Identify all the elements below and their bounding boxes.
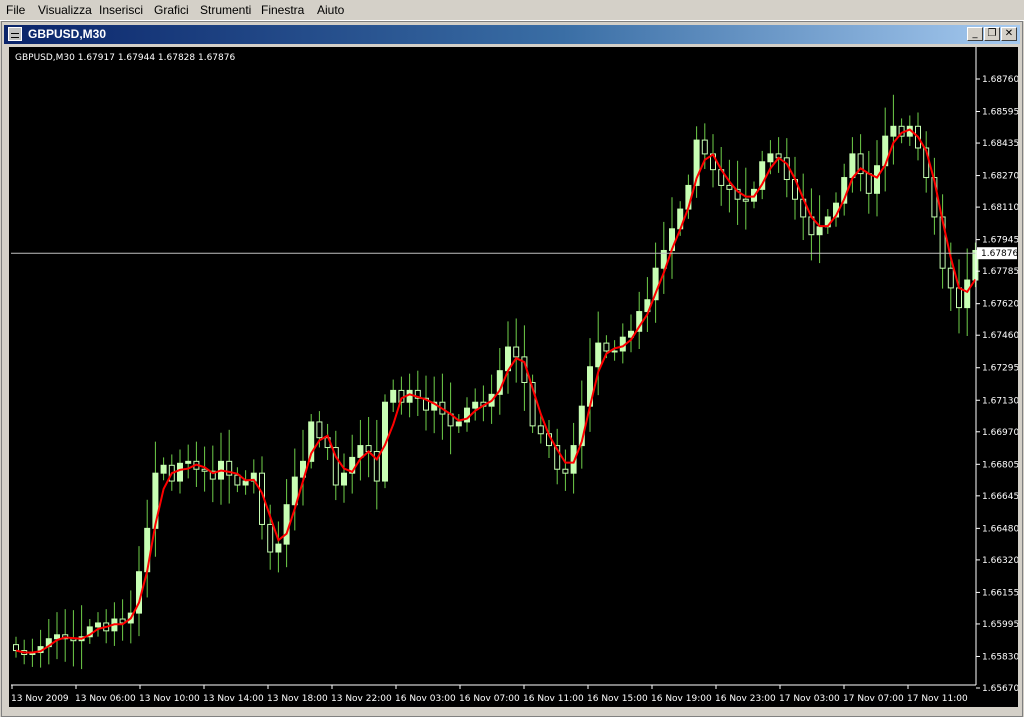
- candle-body: [185, 460, 192, 464]
- price-chart[interactable]: 1.68760 1.68595 1.68435 1.68270 1.68110 1.679…: [9, 47, 1018, 707]
- price-axis: 1.68760 1.68595 1.68435 1.68270 1.68110 1.679…: [976, 75, 1018, 694]
- menu-visualizza[interactable]: Visualizza: [38, 3, 92, 17]
- candle-body: [95, 622, 101, 628]
- price-tick-label: 1.66155: [982, 588, 1018, 598]
- candle-body: [177, 462, 183, 482]
- candle-body: [267, 523, 274, 553]
- window-title: GBPUSD,M30: [28, 27, 107, 41]
- candle-body: [874, 165, 880, 194]
- menu-grafici[interactable]: Grafici: [154, 3, 189, 17]
- current-price-label: 1.67876: [981, 249, 1018, 259]
- candle-body: [562, 468, 569, 474]
- candlestick-chart[interactable]: 1.68760 1.68595 1.68435 1.68270 1.68110 1.679…: [9, 47, 1018, 707]
- time-tick-label: 13 Nov 10:00: [139, 694, 200, 704]
- moving-average-layer: [15, 128, 977, 654]
- time-tick-label: 13 Nov 2009: [11, 694, 69, 704]
- price-tick-label: 1.68595: [982, 108, 1018, 118]
- time-tick-label: 13 Nov 18:00: [267, 694, 328, 704]
- candle-body: [849, 153, 856, 179]
- price-tick-label: 1.68110: [982, 203, 1018, 213]
- candles-layer: [13, 94, 979, 670]
- minimize-button[interactable]: _: [967, 27, 983, 41]
- chart-info-label: GBPUSD,M30 1.67917 1.67944 1.67828 1.678…: [15, 53, 235, 63]
- candle-body: [513, 346, 520, 358]
- candle-body: [406, 389, 413, 403]
- candle-body: [341, 472, 347, 486]
- menu-strumenti[interactable]: Strumenti: [200, 3, 251, 17]
- candle-body: [234, 474, 241, 486]
- menu-aiuto[interactable]: Aiuto: [317, 3, 344, 17]
- candle-body: [603, 342, 610, 352]
- time-tick-label: 13 Nov 14:00: [203, 694, 264, 704]
- candle-body: [701, 139, 708, 155]
- menu-file[interactable]: File: [6, 3, 25, 17]
- candle-body: [357, 445, 364, 458]
- moving-average-line: [15, 128, 977, 654]
- time-tick-label: 13 Nov 06:00: [75, 694, 136, 704]
- candle-body: [595, 342, 602, 368]
- candle-body: [947, 267, 954, 289]
- close-button[interactable]: ✕: [1001, 27, 1017, 41]
- time-tick-label: 16 Nov 23:00: [715, 694, 776, 704]
- price-tick-label: 1.66645: [982, 492, 1018, 502]
- time-tick-label: 17 Nov 07:00: [843, 694, 904, 704]
- candle-body: [160, 464, 167, 474]
- price-tick-label: 1.68760: [982, 75, 1018, 85]
- candle-body: [283, 504, 290, 545]
- candle-body: [726, 184, 733, 190]
- menu-bar: File Visualizza Inserisci Grafici Strume…: [0, 0, 1024, 21]
- menu-finestra[interactable]: Finestra: [261, 3, 304, 17]
- time-tick-label: 16 Nov 19:00: [651, 694, 712, 704]
- price-tick-label: 1.65830: [982, 652, 1018, 662]
- price-tick-label: 1.68270: [982, 172, 1018, 182]
- price-tick-label: 1.67945: [982, 236, 1018, 246]
- candle-body: [611, 350, 618, 353]
- time-tick-label: 16 Nov 11:00: [523, 694, 584, 704]
- time-tick-label: 17 Nov 11:00: [907, 694, 968, 704]
- time-tick-label: 16 Nov 07:00: [459, 694, 520, 704]
- price-tick-label: 1.67460: [982, 331, 1018, 341]
- candle-body: [54, 634, 60, 640]
- time-tick-label: 17 Nov 03:00: [779, 694, 840, 704]
- price-tick-label: 1.65995: [982, 620, 1018, 630]
- price-tick-label: 1.68435: [982, 139, 1018, 149]
- time-axis: 13 Nov 2009 13 Nov 06:00 13 Nov 10:00 13 No…: [11, 685, 968, 704]
- candle-body: [455, 421, 462, 427]
- window-title-bar[interactable]: GBPUSD,M30 _ ❐ ✕: [4, 25, 1020, 44]
- candle-body: [242, 480, 249, 486]
- candle-body: [13, 644, 19, 652]
- candle-body: [767, 153, 774, 163]
- restore-button[interactable]: ❐: [984, 27, 1000, 41]
- candle-body: [956, 287, 962, 309]
- candle-body: [390, 389, 397, 403]
- candle-body: [472, 401, 479, 409]
- candle-body: [275, 543, 282, 553]
- price-tick-label: 1.67620: [982, 300, 1018, 310]
- candle-body: [742, 198, 749, 202]
- candle-body: [964, 279, 971, 309]
- price-tick-label: 1.66805: [982, 460, 1018, 470]
- price-tick-label: 1.67130: [982, 396, 1018, 406]
- time-tick-label: 16 Nov 15:00: [587, 694, 648, 704]
- price-tick-label: 1.66970: [982, 428, 1018, 438]
- price-tick-label: 1.66320: [982, 556, 1018, 566]
- candle-body: [316, 421, 323, 439]
- time-tick-label: 13 Nov 22:00: [331, 694, 392, 704]
- candle-body: [865, 173, 872, 194]
- price-tick-label: 1.66480: [982, 524, 1018, 534]
- candle-body: [890, 125, 897, 137]
- candle-body: [816, 226, 823, 236]
- candle-body: [537, 425, 544, 435]
- price-tick-label: 1.67295: [982, 364, 1018, 374]
- menu-inserisci[interactable]: Inserisci: [99, 3, 143, 17]
- price-tick-label: 1.67785: [982, 267, 1018, 277]
- chart-window-icon[interactable]: [8, 27, 22, 41]
- price-tick-label: 1.65670: [982, 684, 1018, 694]
- time-tick-label: 16 Nov 03:00: [395, 694, 456, 704]
